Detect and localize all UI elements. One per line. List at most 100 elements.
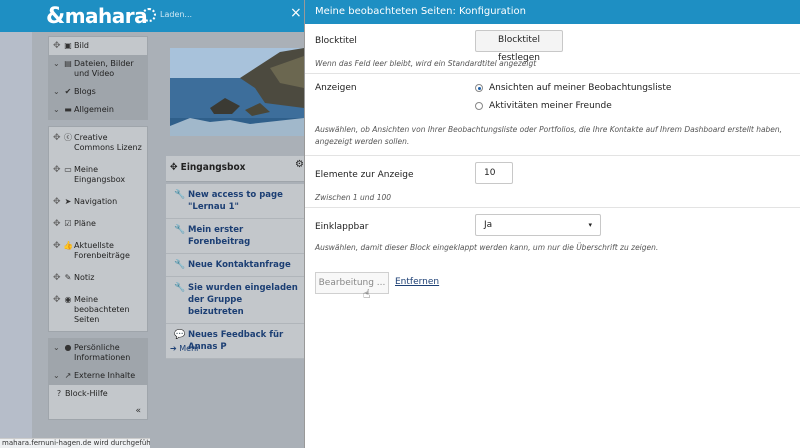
film-icon: ▤ [64,59,72,68]
drag-handle-icon[interactable]: ✥ [53,219,62,229]
briefcase-icon: ▬ [64,105,72,114]
wrench-icon: 🔧 [174,260,186,270]
wrench-icon: 🔧 [174,225,186,235]
loading-spinner-icon [142,8,156,22]
sidebar-item-bild[interactable]: ✥ ▣ Bild [49,37,147,55]
radio-option-watchlist[interactable]: Ansichten auf meiner Beobachtungsliste [475,83,671,93]
blocktitle-hint: Wenn das Feld leer bleibt, wird ein Stan… [315,59,537,68]
sidebar-item-label: Bild [74,41,90,50]
show-hint-line-1: Auswählen, ob Ansichten von Ihrer Beobac… [315,125,783,134]
list-item[interactable]: 💬 Neues Feedback für Annas P [166,324,304,359]
caret-down-icon: ▾ [588,221,592,229]
sidebar-item-dateien[interactable]: ⌄ ▤ Dateien, Bilder und Video [49,55,147,83]
thumbs-up-icon: 👍 [63,241,73,250]
sidebar-item-externe-inhalte[interactable]: ⌄ ↗ Externe Inhalte [49,367,147,385]
image-icon: ▣ [64,41,72,50]
sidebar-item-plaene[interactable]: ✥ ☑ Pläne [49,213,147,235]
list-item-text[interactable]: New access to page "Lernau 1" [188,190,283,212]
sidebar-item-label: Meine Eingangsbox [74,165,126,184]
set-blocktitle-button[interactable]: Blocktitel festlegen [475,30,563,63]
sidebar-item-label: Block-Hilfe [65,389,108,398]
list-item-text[interactable]: Mein erster Forenbeitrag [188,225,250,247]
count-input[interactable]: 10 [475,162,513,184]
left-edge-strip [0,0,32,448]
list-item[interactable]: 🔧 New access to page "Lernau 1" [166,184,304,219]
list-item[interactable]: 🔧 Sie wurden eingeladen der Gruppe beizu… [166,277,304,324]
pencil-icon: ✎ [64,273,72,282]
radio-label: Aktivitäten meiner Freunde [489,101,612,111]
inbox-block-header[interactable]: ✥ Eingangsbox ⚙ [166,156,304,182]
arrow-icon: ➤ [64,197,72,206]
radio-label: Ansichten auf meiner Beobachtungsliste [489,83,672,93]
radio-button[interactable] [475,102,483,110]
eye-icon: ◉ [64,295,72,304]
sidebar-item-label: Meine beobachteten Seiten [74,295,130,324]
sidebar-item-label: Dateien, Bilder und Video [74,59,134,78]
sidebar-item-block-hilfe[interactable]: ? Block-Hilfe [49,385,147,403]
blocktitle-row: Blocktitel Blocktitel festlegen Wenn das… [305,24,800,74]
drag-handle-icon[interactable]: ✥ [53,273,62,283]
check-icon: ✔ [64,87,72,96]
cc-icon: ⓒ [64,133,72,142]
drag-handle-icon[interactable]: ✥ [53,133,62,143]
comments-icon: 💬 [174,330,186,340]
edit-button[interactable]: Bearbeitung ... [315,272,389,294]
collapsible-label: Einklappbar [315,222,369,232]
modal-title: Meine beobachteten Seiten: Konfiguration [305,0,800,24]
gear-icon[interactable]: ⚙ [295,159,304,170]
sidebar-item-label: Blogs [74,87,96,96]
collapsible-select[interactable]: Ja ▾ [475,214,601,236]
inbox-block-title: ✥ Eingangsbox [170,162,246,173]
chevron-down-icon[interactable]: ⌄ [53,371,62,381]
sidebar-item-beobachtete-seiten[interactable]: ✥ ◉ Meine beobachteten Seiten [49,289,147,331]
drag-handle-icon[interactable]: ✥ [53,241,62,251]
drag-handle-icon[interactable]: ✥ [53,165,62,175]
drag-handle-icon[interactable]: ✥ [53,41,62,51]
chevron-down-icon[interactable]: ⌄ [53,87,62,97]
landscape-photo [170,48,304,136]
sidebar-item-label: Allgemein [74,105,114,114]
mahara-logo[interactable]: &mahara [46,4,148,29]
drag-handle-icon[interactable]: ✥ [53,295,62,305]
list-item[interactable]: 🔧 Neue Kontaktanfrage [166,254,304,277]
sidebar-item-label: Persönliche Informationen [74,343,131,362]
sidebar-item-label: Notiz [74,273,95,282]
radio-option-friends[interactable]: Aktivitäten meiner Freunde [475,101,612,111]
count-row: Elemente zur Anzeige 10 Zwischen 1 und 1… [305,156,800,208]
remove-link[interactable]: Entfernen [395,277,439,287]
user-icon: ● [64,343,72,352]
radio-button[interactable] [475,84,483,92]
config-modal: Meine beobachteten Seiten: Konfiguration… [304,0,800,448]
list-item[interactable]: 🔧 Mein erster Forenbeitrag [166,219,304,254]
site-header: &mahara Laden... × [0,0,304,32]
inbox-icon: ▭ [64,165,72,174]
close-icon[interactable]: × [290,5,302,21]
sidebar-item-label: Externe Inhalte [74,371,136,380]
sidebar-item-navigation[interactable]: ✥ ➤ Navigation [49,191,147,213]
coast-image [170,48,304,136]
show-hint-line-2: angezeigt werden sollen. [315,137,410,146]
list-item-text[interactable]: Sie wurden eingeladen der Gruppe beizutr… [188,283,298,317]
sidebar-item-notiz[interactable]: ✥ ✎ Notiz [49,267,147,289]
sidebar-item-forenbeitraege[interactable]: ✥ 👍 Aktuellste Forenbeiträge [49,235,147,267]
sidebar-item-allgemein[interactable]: ⌄ ▬ Allgemein [49,101,147,119]
sidebar-item-eingangsbox[interactable]: ✥ ▭ Meine Eingangsbox [49,159,147,191]
chevron-down-icon[interactable]: ⌄ [53,59,62,69]
browser-status-bar: mahara.fernuni-hagen.de wird durchgeführ… [0,438,150,448]
collapse-palette-button[interactable]: « [49,403,147,419]
chevron-down-icon[interactable]: ⌄ [53,343,62,353]
list-item-text[interactable]: Neues Feedback für Annas P [188,330,283,352]
select-value: Ja [484,220,493,230]
sidebar-item-label: Aktuellste Forenbeiträge [74,241,130,260]
list-item-text[interactable]: Neue Kontaktanfrage [188,260,291,270]
chevron-down-icon[interactable]: ⌄ [53,105,62,115]
sidebar-item-blogs[interactable]: ⌄ ✔ Blogs [49,83,147,101]
external-link-icon: ↗ [64,371,72,380]
sidebar-item-label: Pläne [74,219,96,228]
sidebar-item-label: Navigation [74,197,118,206]
drag-handle-icon[interactable]: ✥ [53,197,62,207]
block-palette: ✥ ▣ Bild ⌄ ▤ Dateien, Bilder und Video ⌄… [48,36,148,426]
sidebar-item-creative-commons[interactable]: ✥ ⓒ Creative Commons Lizenz [49,127,147,159]
more-link[interactable]: ➔ Mehr [170,344,199,353]
sidebar-item-persoenliche-informationen[interactable]: ⌄ ● Persönliche Informationen [49,339,147,367]
